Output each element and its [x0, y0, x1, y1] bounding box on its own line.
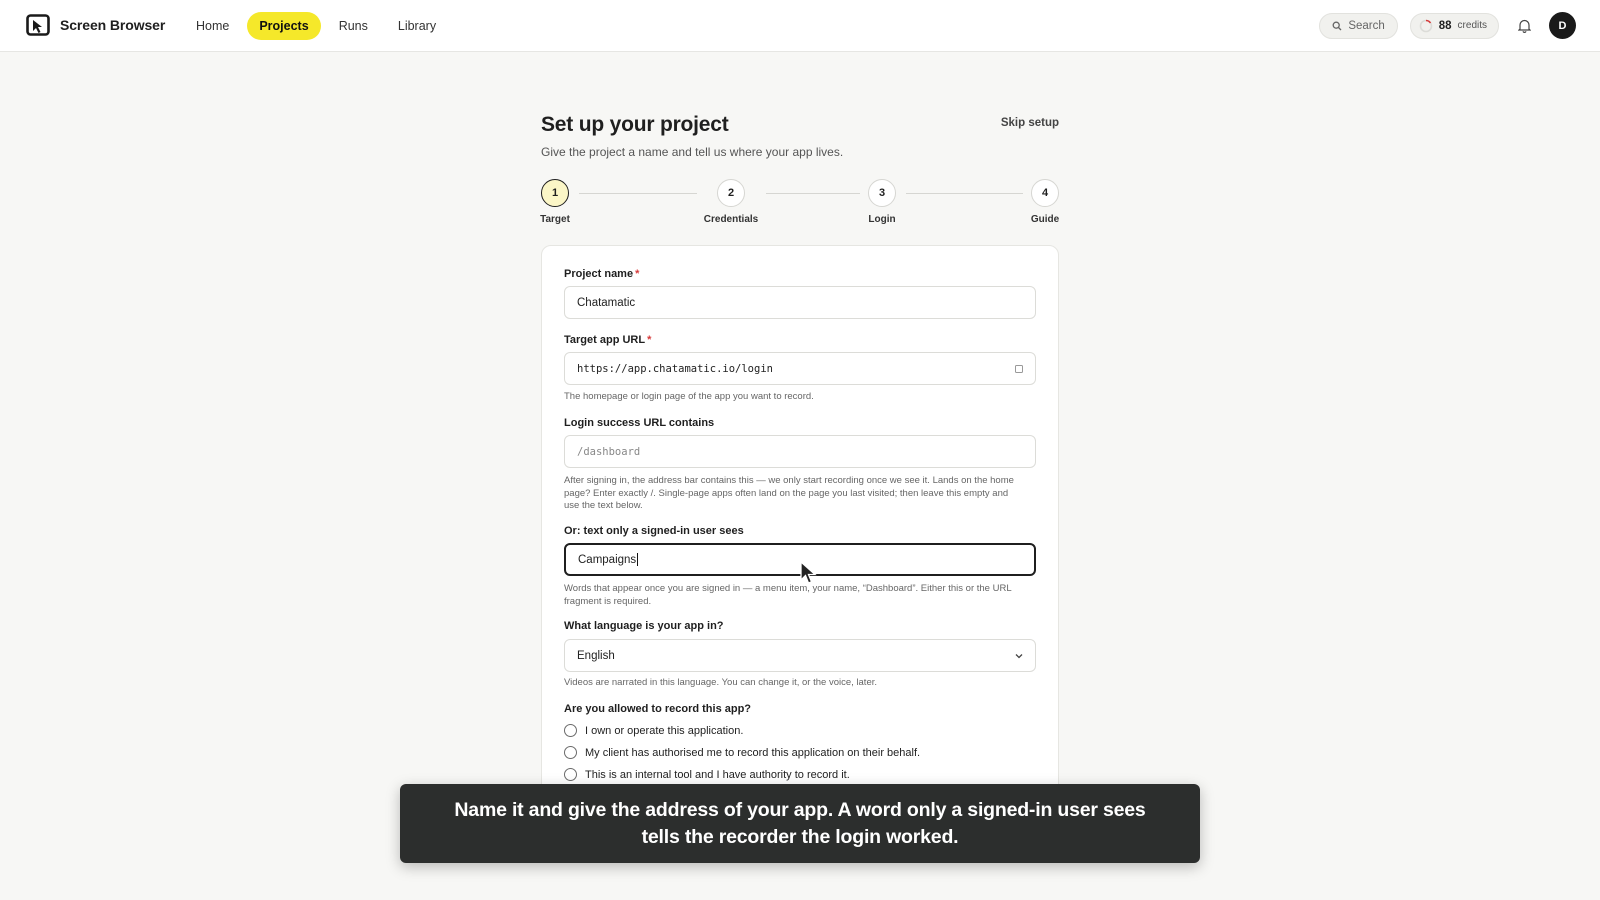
caption-text: Name it and give the address of your app… [454, 798, 1146, 848]
required-mark: * [635, 268, 640, 280]
step-guide[interactable]: 4 Guide [1031, 179, 1059, 225]
top-bar: Screen Browser Home Projects Runs Librar… [0, 0, 1600, 52]
permission-option-label: I own or operate this application. [585, 724, 744, 737]
search-label: Search [1348, 19, 1385, 32]
page-title: Set up your project [541, 113, 729, 136]
language-label: What language is your app in? [564, 620, 724, 632]
screen-browser-logo-icon [26, 14, 50, 36]
notifications-button[interactable] [1511, 13, 1537, 39]
permission-option-client[interactable]: My client has authorised me to record th… [564, 746, 920, 759]
user-avatar[interactable]: D [1549, 12, 1576, 39]
signed-in-text-hint: Words that appear once you are signed in… [564, 583, 1012, 607]
project-name-label: Project name * [564, 268, 639, 280]
step-label: Guide [1030, 214, 1060, 225]
brand[interactable]: Screen Browser [26, 14, 165, 36]
permission-option-own[interactable]: I own or operate this application. [564, 724, 743, 737]
project-form-card: Project name * Chatamatic Target app URL *… [541, 245, 1059, 805]
chevron-down-icon [1015, 654, 1023, 659]
language-selected: English [577, 649, 615, 662]
step-label: Login [868, 214, 896, 225]
nav-projects[interactable]: Projects [247, 12, 321, 40]
target-url-label: Target app URL * [564, 334, 651, 346]
setup-stepper: 1 Target 2 Credentials 3 Login 4 Guide [540, 179, 1059, 227]
language-hint: Videos are narrated in this language. Yo… [564, 677, 878, 688]
copy-icon[interactable] [1013, 363, 1025, 375]
step-number: 1 [541, 179, 569, 207]
skip-setup-link[interactable]: Skip setup [1001, 117, 1059, 129]
target-url-input[interactable]: https://app.chatamatic.io/login [564, 352, 1036, 385]
target-url-hint: The homepage or login page of the app yo… [564, 391, 814, 402]
step-number: 2 [717, 179, 745, 207]
credits-unit: credits [1457, 20, 1487, 31]
login-success-url-label: Login success URL contains [564, 417, 715, 429]
narration-caption: Name it and give the address of your app… [400, 784, 1200, 863]
login-success-url-hint: After signing in, the address bar contai… [564, 475, 1014, 511]
step-connector [766, 193, 860, 194]
step-target[interactable]: 1 Target [540, 179, 570, 225]
step-label: Target [540, 214, 570, 225]
language-select[interactable]: English [564, 639, 1036, 672]
permission-option-internal[interactable]: This is an internal tool and I have auth… [564, 768, 850, 781]
target-url-label-text: Target app URL [564, 334, 646, 346]
credits-value: 88 [1438, 19, 1452, 32]
nav-runs[interactable]: Runs [327, 12, 380, 40]
login-success-url-input[interactable]: /dashboard [564, 435, 1036, 468]
signed-in-text-value: Campaigns [578, 553, 637, 566]
credits-badge[interactable]: 88 credits [1409, 12, 1499, 39]
required-mark: * [647, 334, 652, 346]
search-icon [1332, 21, 1342, 30]
target-url-value: https://app.chatamatic.io/login [577, 362, 773, 375]
step-connector [579, 193, 697, 194]
step-number: 4 [1031, 179, 1059, 207]
nav-library[interactable]: Library [386, 12, 448, 40]
step-number: 3 [868, 179, 896, 207]
step-connector [906, 193, 1023, 194]
radio-button[interactable] [564, 724, 577, 737]
step-login[interactable]: 3 Login [868, 179, 896, 225]
permission-label: Are you allowed to record this app? [564, 703, 752, 715]
login-success-url-placeholder: /dashboard [577, 445, 641, 458]
permission-option-label: My client has authorised me to record th… [585, 746, 921, 759]
permission-option-label: This is an internal tool and I have auth… [585, 768, 850, 781]
search-button[interactable]: Search [1319, 12, 1398, 39]
page-subtitle: Give the project a name and tell us wher… [541, 145, 844, 159]
mouse-cursor-icon [800, 561, 817, 584]
bell-icon [1517, 19, 1531, 33]
step-credentials[interactable]: 2 Credentials [704, 179, 758, 225]
project-name-input[interactable]: Chatamatic [564, 286, 1036, 319]
radio-button[interactable] [564, 768, 577, 781]
radio-button[interactable] [564, 746, 577, 759]
project-name-value: Chatamatic [577, 296, 636, 309]
brand-name: Screen Browser [60, 17, 166, 33]
project-name-label-text: Project name [564, 268, 634, 280]
credits-progress-icon [1419, 19, 1433, 32]
text-caret [637, 553, 639, 566]
main-nav: Home Projects Runs Library [184, 12, 448, 40]
top-right-actions: Search 88 credits D [1319, 12, 1576, 39]
step-label: Credentials [703, 214, 759, 225]
signed-in-text-label: Or: text only a signed-in user sees [564, 525, 744, 537]
nav-home[interactable]: Home [184, 12, 241, 40]
